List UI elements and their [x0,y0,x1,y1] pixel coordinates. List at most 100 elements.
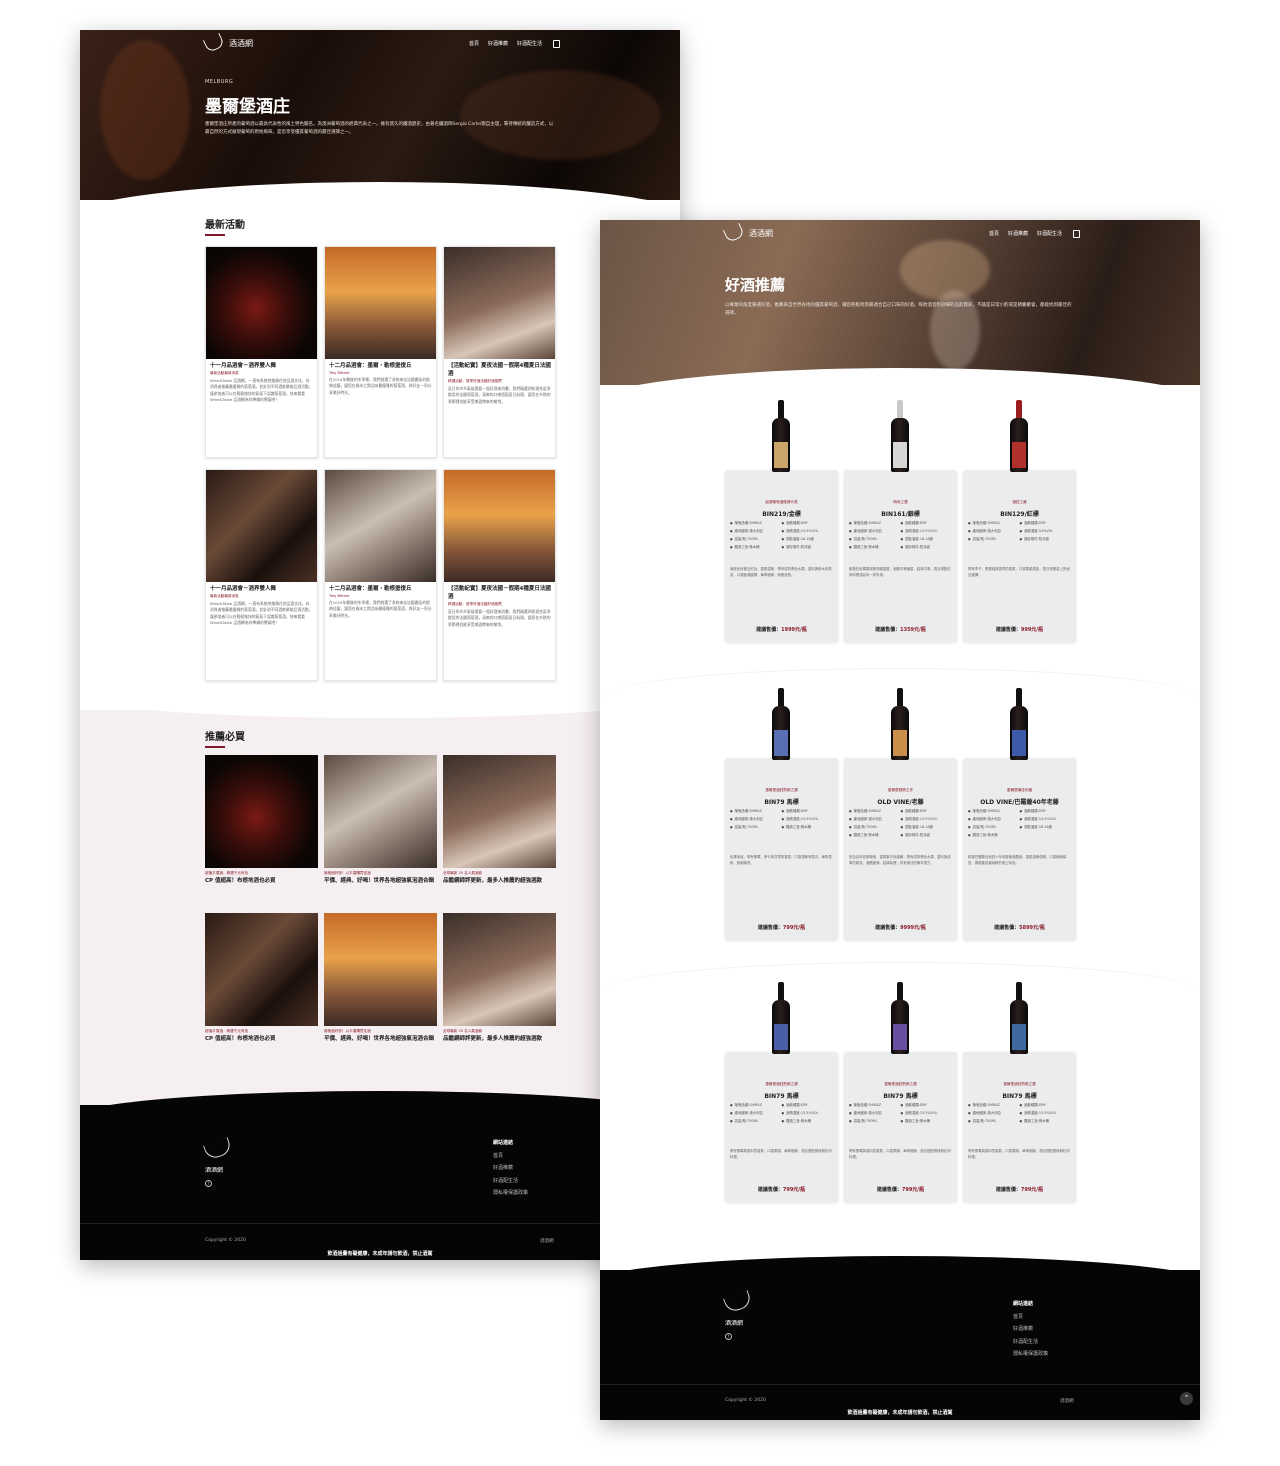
wine-bottle-image [1009,400,1029,472]
price-label: 建議售價： [875,925,901,931]
wine-card[interactable]: 紐澳葡萄酒經典代表 BIN219/金標葡萄品種:SHIRAZ酒款種類:DRY產地國… [725,400,838,642]
nav-home[interactable]: 首頁 [989,230,999,238]
wine-name: BIN79 馬標 [1002,1093,1037,1100]
wine-spec-item: 葡萄品種:SHIRAZ [730,808,782,813]
wine-spec-item: 釀造工藝:橡木桶 [968,832,1020,837]
wine-spec-item: 釀造工藝:橡木桶 [849,544,901,549]
event-card[interactable]: 十一月品酒會－酒界雙人舞 最新活動最新消息 Wine&Taste 品酒網，一直有系統… [205,246,318,458]
event-title: 【活動紀實】夏夜法國－假期4種夏日法國酒 [448,363,551,377]
pick-card[interactable]: 超值平價酒，精選千元有找 CP 值超高！布根地酒也必買 [205,755,318,885]
wine-spec-item: 酒精濃度:14.5%VOL [901,528,953,533]
event-card[interactable]: 十二月品酒會：墨爾・勒根堡復丘 Trey Bittner 在2019年最後的冬季裡，… [324,469,437,681]
event-card[interactable]: 十一月品酒會－酒界雙人舞 最新活動最新消息 Wine&Taste 品酒網，一直有系統… [205,469,318,681]
nav-recommend[interactable]: 好酒推薦 [1008,230,1028,238]
footer-links: 網站連結 首頁 好酒推薦 好酒配生活 隱私權保護政策 [1013,1298,1048,1361]
pick-card[interactable]: 葡萄酒好評！以平價購買佳酒 平價、經典、好喝！世界各地超強氣泡酒合輯 [324,755,437,885]
nav-lifestyle[interactable]: 好酒配生活 [517,40,542,48]
footer-link-home[interactable]: 首頁 [1013,1311,1048,1324]
events-title: 最新活動 [205,216,245,236]
drinking-warning: 飲酒過量有礙健康，未成年請勿飲酒，禁止酒駕 [847,1410,953,1416]
footer-link-lifestyle[interactable]: 好酒配生活 [1013,1336,1048,1349]
wine-card[interactable]: 墨爾堡酒莊熱銷之選 BIN79 馬標葡萄品種:SHIRAZ酒款種類:DRY產地國家… [963,982,1076,1202]
price-label: 建議售價： [995,1187,1021,1193]
event-card[interactable]: 【活動紀實】夏夜法國－假期4種夏日法國酒 精選活動．夏季好酒法國好酒推薦 夏日的炎炎… [443,246,556,458]
wine-spec-item: 釀造工藝:橡木桶 [901,1118,953,1123]
wine-subtitle: 紐澳葡萄酒經典代表 [765,500,798,504]
footer-link-home[interactable]: 首頁 [493,1150,528,1163]
wine-spec-item: 酒款種類:DRY [1020,520,1072,525]
cart-icon[interactable] [1073,230,1080,238]
wine-price: 建議售價：1999元/瓶 [725,626,838,633]
wine-card[interactable]: 酒莊之最 BIN129/紅標葡萄品種:SHIRAZ酒款種類:DRY產地國家:澳大利… [963,400,1076,642]
wine-specs: 葡萄品種:SHIRAZ酒款種類:DRY產地國家:澳大利亞酒精濃度:14.5%VO… [730,808,833,829]
wine-specs: 葡萄品種:SHIRAZ酒款種類:DRY產地國家:澳大利亞酒精濃度:13.5%VO… [730,1102,833,1123]
wine-spec-item: 葡萄品種:SHIRAZ [968,520,1020,525]
wine-description: 帶有黑莓與香料的香氣，口感柔順，單寧細緻，適合搭配燒烤與紅肉料理。 [968,1149,1070,1159]
pick-title: 品鑑網師評更新，最多人推薦的超強酒款 [443,1036,543,1042]
facebook-icon[interactable]: f [205,1180,212,1187]
wine-card-panel [963,758,1076,940]
wine-spec-item: 產地國家:澳大利亞 [849,528,901,533]
wine-spec-item: 容量/瓶:750ML [849,824,901,829]
pick-card[interactable]: 超值平價酒，精選千元有找 CP 值超高！布根地酒也必買 [205,913,318,1043]
footer-link-privacy[interactable]: 隱私權保護政策 [1013,1348,1048,1361]
price-value: 799元/瓶 [901,1187,925,1193]
wine-specs: 葡萄品種:SHIRAZ酒款種類:DRY產地國家:澳大利亞酒精濃度:14.5%VO… [968,808,1071,837]
hero-lead: 墨爾堡酒庄所產的葡萄酒以最具代表性的風土特色聞名，為澳洲葡萄酒的經典代表之一。擁… [205,122,554,135]
wine-description: 散發紅色莓果與黑胡椒香氣，酒體中等偏重，結構平衡，適合搭配紅肉料理或起司一同享用… [849,567,951,577]
pick-card[interactable]: 葡萄酒好評！以平價購買佳酒 平價、經典、好喝！世界各地超強氣泡酒合輯 [324,913,437,1043]
wine-card-panel [963,470,1076,642]
wine-card[interactable]: 墨爾堡酒莊熱銷之選 BIN79 馬標葡萄品種:SHIRAZ酒款種類:DRY產地國家… [725,688,838,940]
wine-bottle-image [1009,982,1029,1054]
footer: 酒酒網 f 網站連結 首頁 好酒推薦 好酒配生活 隱私權保護政策 Copyrig… [80,1091,680,1260]
facebook-icon[interactable]: f [725,1333,732,1340]
back-to-top-button[interactable]: ⌃ [1180,1392,1193,1405]
footer-link-recommend[interactable]: 好酒推薦 [1013,1323,1048,1336]
event-card[interactable]: 【活動紀實】夏夜法國－假期4種夏日法國酒 精選活動．夏季好酒法國好酒推薦 夏日的炎炎… [443,469,556,681]
event-excerpt: Wine&Taste 品酒網，一直有系統地推廣在地品酒文化，向消費者推薦最優質的… [210,378,313,403]
footer-link-recommend[interactable]: 好酒推薦 [493,1162,528,1175]
event-meta: 精選活動．夏季好酒法國好酒推薦 [448,379,502,383]
wine-card[interactable]: 墨爾堡酒莊熱銷之選 BIN79 馬標葡萄品種:SHIRAZ酒款種類:DRY產地國家… [844,982,957,1202]
wine-card[interactable]: 墨爾堡經典之作 OLD VINE/老藤葡萄品種:SHIRAZ酒款種類:DRY產地國… [844,688,957,940]
footer-link-lifestyle[interactable]: 好酒配生活 [493,1175,528,1188]
pick-card[interactable]: 全球最新 20 名人氣酒款 品鑑網師評更新，最多人推薦的超強酒款 [443,755,556,885]
wine-name: BIN79 馬標 [883,1093,918,1100]
bottle-neck [1016,982,1022,1002]
bottle-neck [1016,688,1022,708]
wine-spec-item: 酒精濃度:14%VOL [1020,528,1072,533]
footer-link-privacy[interactable]: 隱私權保護政策 [493,1187,528,1200]
page-title: 墨爾堡酒庄 [205,97,290,117]
picks-wave [80,692,680,718]
nav-recommend[interactable]: 好酒推薦 [488,40,508,48]
wine-card[interactable]: 墨爾堡酒莊熱銷之選 BIN79 馬標葡萄品種:SHIRAZ酒款種類:DRY產地國家… [725,982,838,1202]
pick-card[interactable]: 全球最新 20 名人氣酒款 品鑑網師評更新，最多人推薦的超強酒款 [443,913,556,1043]
site-logo[interactable]: 酒酒網 [722,222,773,244]
winery-page: 酒酒網 首頁 好酒推薦 好酒配生活 MELBURG 墨爾堡酒庄 墨爾堡酒庄所產的… [80,30,680,1260]
wine-spec-item: 酒精濃度:14.5%VOL [901,816,953,821]
wine-spec-item: 葡萄品種:SHIRAZ [968,1102,1020,1107]
site-logo[interactable]: 酒酒網 [202,32,253,54]
wine-description: 色澤深邃，帶有黑莓、摩卡與甘草的香氣，口感濃郁有層次，單寧柔和，餘韻綿長。 [730,855,832,865]
wine-card-panel [844,758,957,940]
cart-icon[interactable] [553,40,560,48]
price-value: 5899元/瓶 [1019,925,1045,931]
recommend-page: 酒酒網 首頁 好酒推薦 好酒配生活 好酒推薦 以專業的角度嚴選好酒，推薦來自世界… [600,220,1200,1420]
wine-spec-item: 容量/瓶:750ML [849,536,901,541]
wine-spec-item: 產地國家:澳大利亞 [849,816,901,821]
wine-card[interactable]: 時尚之選 BIN161/銀標葡萄品種:SHIRAZ酒款種類:DRY產地國家:澳大利… [844,400,957,642]
wine-subtitle: 墨爾堡最佳珍藏 [1006,788,1033,792]
wine-name: BIN79 馬標 [764,1093,799,1100]
nav-lifestyle[interactable]: 好酒配生活 [1037,230,1062,238]
wine-subtitle: 墨爾堡經典之作 [887,788,914,792]
wine-specs: 葡萄品種:SHIRAZ酒款種類:DRY產地國家:澳大利亞酒精濃度:14.5%VO… [730,520,833,549]
wine-spec-item: 容量/瓶:750ML [968,824,1020,829]
nav-home[interactable]: 首頁 [469,40,479,48]
price-value: 799元/瓶 [782,925,806,931]
event-image [206,247,317,359]
wine-name: BIN161/銀標 [881,511,920,518]
top-nav: 酒酒網 首頁 好酒推薦 好酒配生活 [80,32,680,58]
price-label: 建議售價： [875,627,901,633]
wine-card[interactable]: 墨爾堡最佳珍藏 OLD VINE/巴羅薩40年老藤葡萄品種:SHIRAZ酒款種類:… [963,688,1076,940]
event-card[interactable]: 十二月品酒會：墨爾・勒根堡復丘 Trey Bittner 在2019年最後的冬季裡，… [324,246,437,458]
